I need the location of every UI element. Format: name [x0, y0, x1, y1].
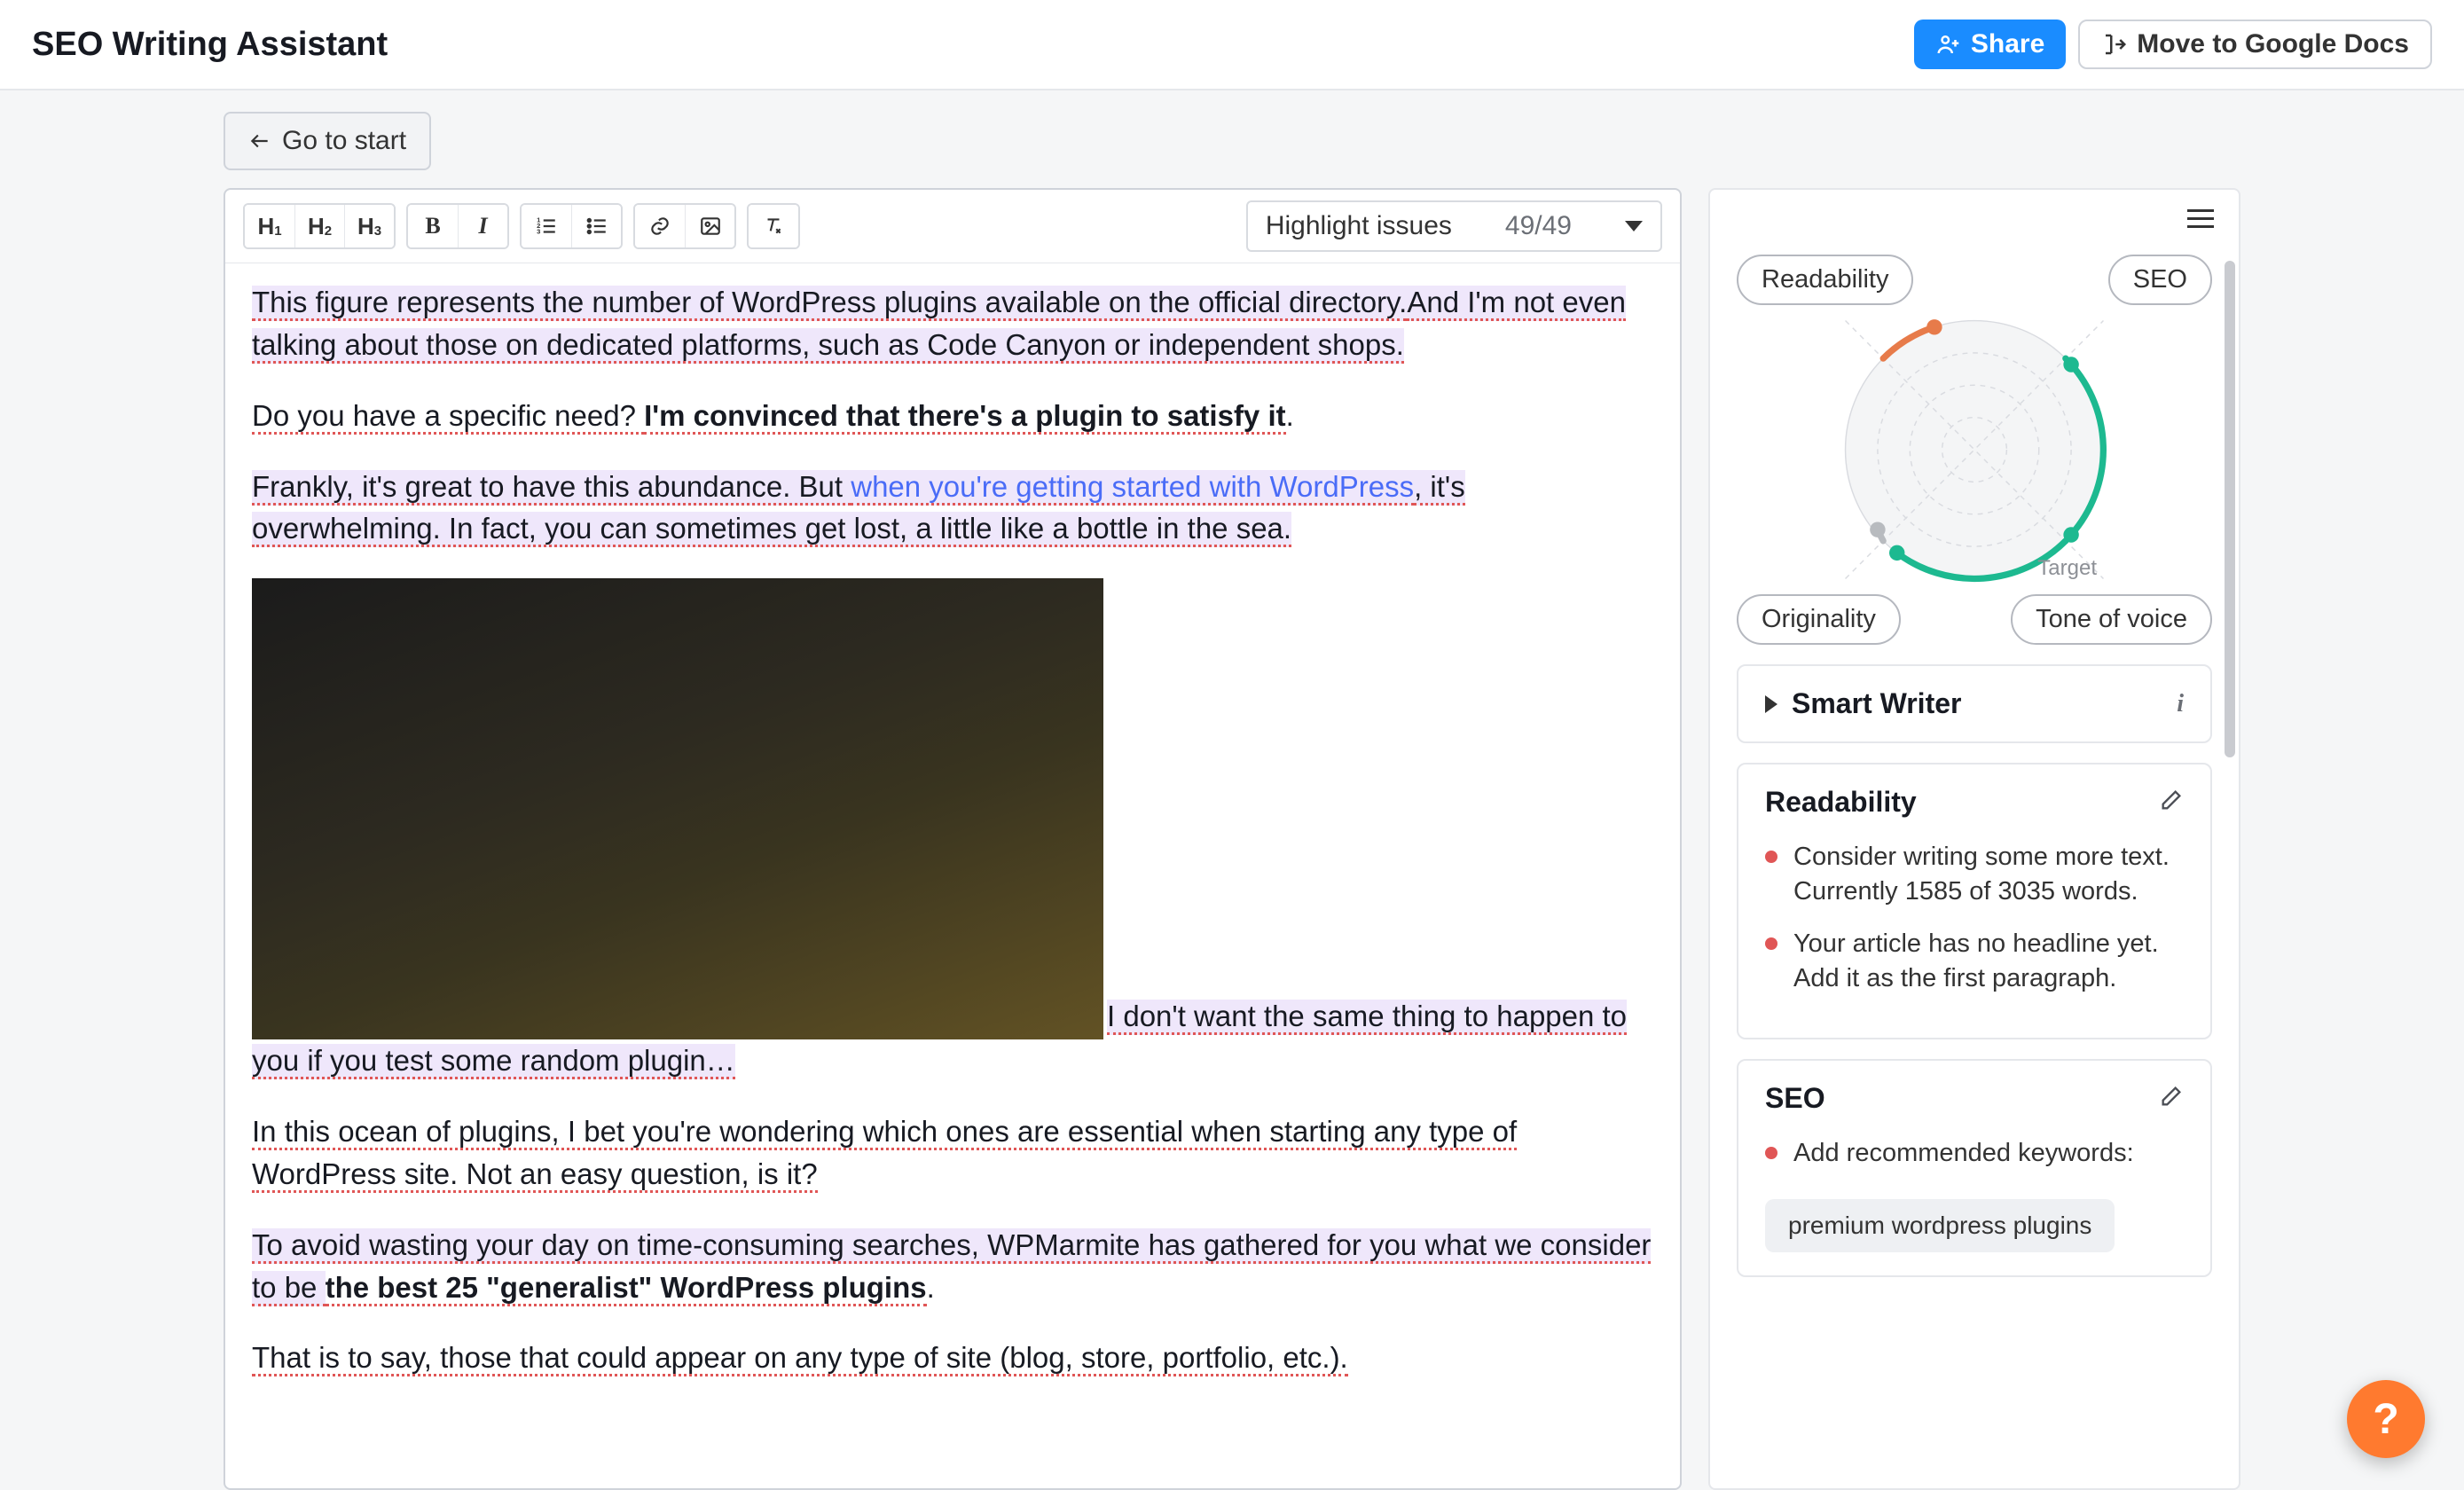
text-span: In this ocean of plugins, I bet you're w… [252, 1115, 1517, 1193]
link-icon [648, 215, 671, 238]
pill-originality[interactable]: Originality [1737, 594, 1901, 645]
text-span: That is to say, those that could appear … [252, 1341, 1348, 1376]
link-text[interactable]: when you're getting started with WordPre… [851, 470, 1414, 506]
person-plus-icon [1935, 31, 1962, 58]
smart-writer-title: Smart Writer [1792, 687, 1961, 720]
text-span: Frankly, it's great to have this abundan… [252, 470, 851, 506]
chevron-down-icon [1625, 221, 1643, 231]
editor-panel: H1 H2 H3 B I 123 [224, 188, 1682, 1490]
seo-card: SEO Add recommended keywords: premium wo… [1737, 1059, 2212, 1277]
italic-button[interactable]: I [458, 205, 507, 247]
text-span: the best 25 "generalist" WordPress plugi… [326, 1271, 927, 1306]
score-radar-area: Readability SEO Originality Tone of voic… [1737, 255, 2212, 645]
radar-chart [1832, 308, 2116, 592]
smart-writer-card[interactable]: Smart Writer i [1737, 664, 2212, 743]
highlight-label: Highlight issues [1266, 211, 1452, 241]
edit-button[interactable] [2159, 1084, 2184, 1113]
sidebar-menu-button[interactable] [2187, 209, 2214, 228]
sidebar-scrollbar[interactable] [2225, 261, 2235, 757]
share-button[interactable]: Share [1914, 20, 2066, 69]
sidebar-panel: Readability SEO Originality Tone of voic… [1708, 188, 2240, 1490]
subbar: Go to start [0, 90, 2464, 170]
move-to-gdocs-button[interactable]: Move to Google Docs [2078, 20, 2432, 69]
link-button[interactable] [635, 205, 685, 247]
issue-text: Your article has no headline yet. Add it… [1793, 927, 2184, 996]
clear-format-button[interactable] [749, 205, 798, 247]
heading1-button[interactable]: H1 [245, 205, 294, 247]
text-span: . [927, 1271, 935, 1304]
seo-title: SEO [1765, 1082, 1825, 1115]
pencil-icon [2159, 788, 2184, 812]
text-span: I'm convinced that there's a plugin to s… [644, 399, 1286, 435]
image-button[interactable] [685, 205, 734, 247]
app-title: SEO Writing Assistant [32, 26, 388, 64]
bold-button[interactable]: B [408, 205, 458, 247]
issue-item: Your article has no headline yet. Add it… [1765, 927, 2184, 996]
share-label: Share [1971, 29, 2044, 59]
heading2-button[interactable]: H2 [294, 205, 344, 247]
clear-format-icon [762, 215, 785, 238]
readability-card: Readability Consider writing some more t… [1737, 763, 2212, 1039]
heading3-button[interactable]: H3 [344, 205, 394, 247]
help-fab[interactable]: ? [2347, 1380, 2425, 1458]
issue-item: Add recommended keywords: [1765, 1136, 2184, 1171]
highlight-count: 49/49 [1505, 211, 1572, 241]
header-actions: Share Move to Google Docs [1914, 20, 2432, 69]
help-label: ? [2373, 1395, 2398, 1444]
editor-toolbar: H1 H2 H3 B I 123 [225, 190, 1680, 263]
info-icon[interactable]: i [2177, 690, 2184, 718]
issue-dot-icon [1765, 851, 1777, 863]
issue-dot-icon [1765, 1147, 1777, 1159]
text-span: Do you have a specific need? [252, 399, 644, 435]
issue-text: Consider writing some more text. Current… [1793, 840, 2184, 909]
go-to-start-button[interactable]: Go to start [224, 112, 431, 170]
ordered-list-icon: 123 [535, 215, 558, 238]
arrow-left-icon [248, 129, 271, 153]
readability-title: Readability [1765, 786, 1917, 819]
edit-button[interactable] [2159, 788, 2184, 817]
svg-text:3: 3 [537, 228, 540, 236]
highlight-issues-dropdown[interactable]: Highlight issues 49/49 [1246, 200, 1662, 252]
pill-tone[interactable]: Tone of voice [2011, 594, 2212, 645]
unordered-list-button[interactable] [571, 205, 621, 247]
pill-readability[interactable]: Readability [1737, 255, 1913, 305]
move-label: Move to Google Docs [2137, 29, 2409, 59]
pencil-icon [2159, 1084, 2184, 1109]
export-icon [2101, 31, 2128, 58]
image-icon [699, 215, 722, 238]
text-span: . [1286, 399, 1294, 432]
editor-content[interactable]: This figure represents the number of Wor… [225, 263, 1680, 1425]
keyword-chip[interactable]: premium wordpress plugins [1765, 1199, 2115, 1252]
ordered-list-button[interactable]: 123 [522, 205, 571, 247]
app-header: SEO Writing Assistant Share Move to Goog… [0, 0, 2464, 90]
issue-text: Add recommended keywords: [1793, 1136, 2134, 1171]
pill-seo[interactable]: SEO [2108, 255, 2212, 305]
issue-dot-icon [1765, 937, 1777, 950]
issue-item: Consider writing some more text. Current… [1765, 840, 2184, 909]
inline-image[interactable] [252, 578, 1103, 1039]
target-label: Target [2037, 556, 2097, 581]
chevron-right-icon [1765, 695, 1777, 713]
unordered-list-icon [585, 215, 608, 238]
go-to-start-label: Go to start [282, 126, 406, 156]
text-span: This figure represents the number of Wor… [252, 286, 1407, 321]
